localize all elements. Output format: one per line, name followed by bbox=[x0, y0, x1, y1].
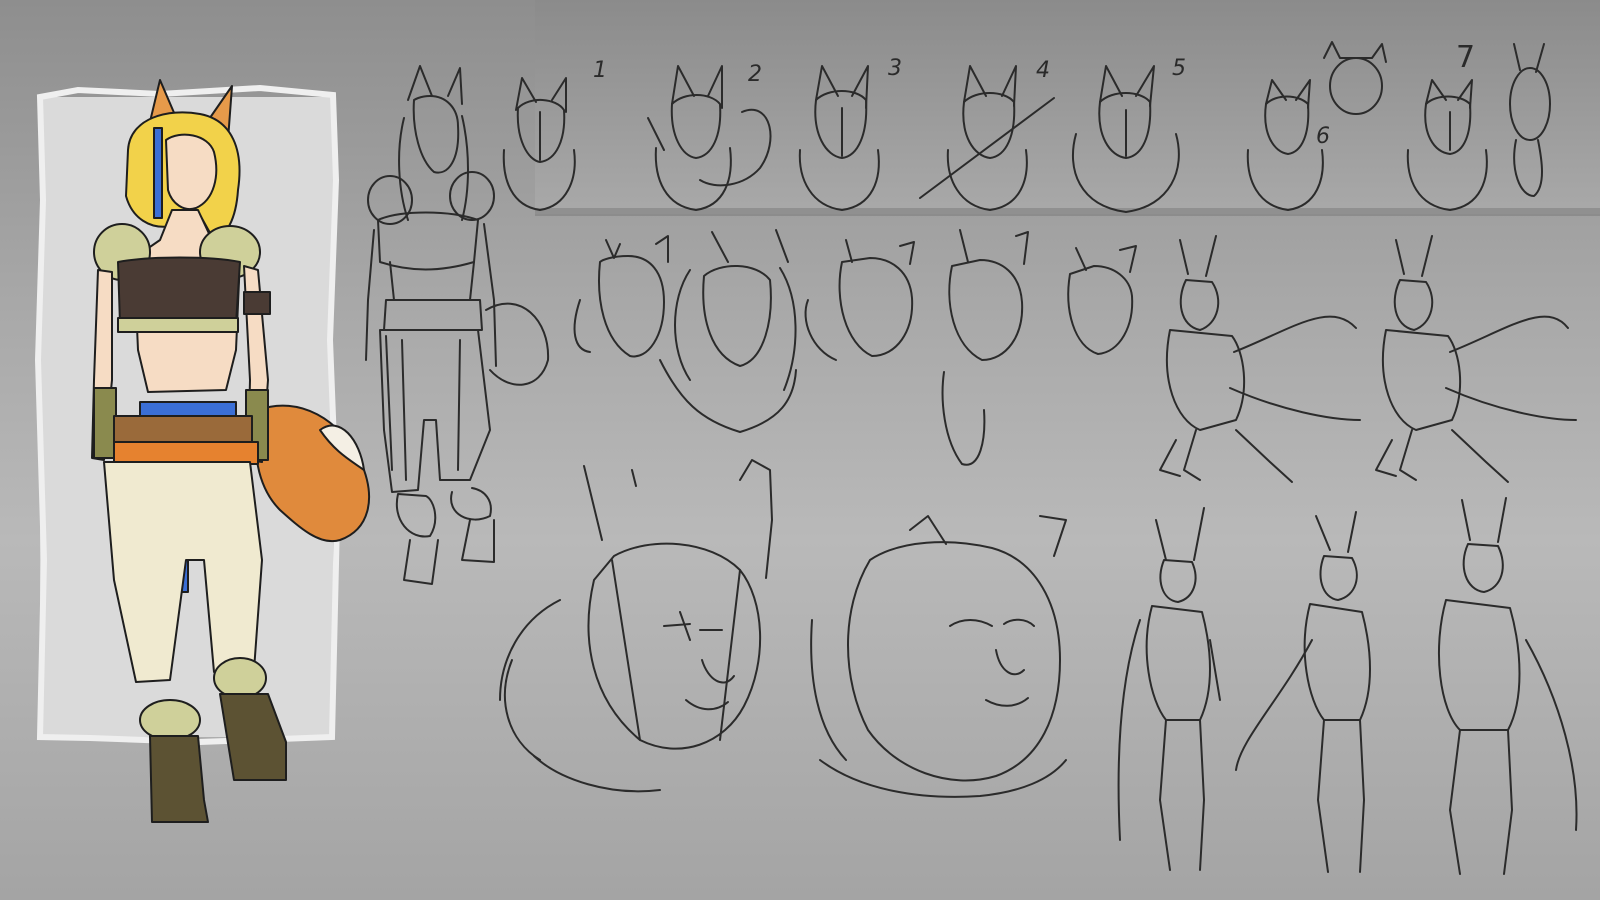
face-study-row bbox=[573, 229, 1137, 466]
sketch-full-body-ink bbox=[365, 65, 550, 585]
boot-left bbox=[149, 735, 209, 823]
standing-figure-3 bbox=[1437, 497, 1578, 875]
variant-number-5: 5 bbox=[1172, 56, 1186, 81]
variant-number-6: 6 bbox=[1316, 124, 1330, 149]
crop-top-fur-band bbox=[117, 317, 239, 333]
orange-sash bbox=[113, 441, 259, 465]
variant-number-1: 1 bbox=[593, 58, 607, 83]
gauntlet-left bbox=[93, 387, 117, 459]
crouching-figure-2 bbox=[1375, 235, 1577, 483]
large-head-study-1 bbox=[499, 459, 773, 793]
large-head-study-2 bbox=[810, 515, 1067, 798]
sketch-canvas bbox=[34, 0, 1600, 875]
variant-number-7: 7 bbox=[1456, 40, 1476, 75]
hair-braid bbox=[153, 127, 163, 219]
concept-art-sheet: 1 2 3 4 5 6 7 bbox=[0, 0, 1600, 900]
standing-figure-2 bbox=[1235, 511, 1371, 873]
character-face bbox=[165, 133, 218, 210]
variant-number-4: 4 bbox=[1036, 58, 1050, 83]
fur-cuff-right bbox=[213, 657, 267, 699]
standing-figure-1 bbox=[1117, 507, 1221, 871]
armband bbox=[243, 291, 271, 315]
crouching-figure-1 bbox=[1159, 235, 1361, 483]
thumbnail-strip-band bbox=[535, 0, 1600, 214]
belt bbox=[113, 415, 253, 445]
variant-number-3: 3 bbox=[888, 56, 902, 81]
variant-number-2: 2 bbox=[748, 62, 762, 87]
fur-cuff-left bbox=[139, 699, 201, 741]
